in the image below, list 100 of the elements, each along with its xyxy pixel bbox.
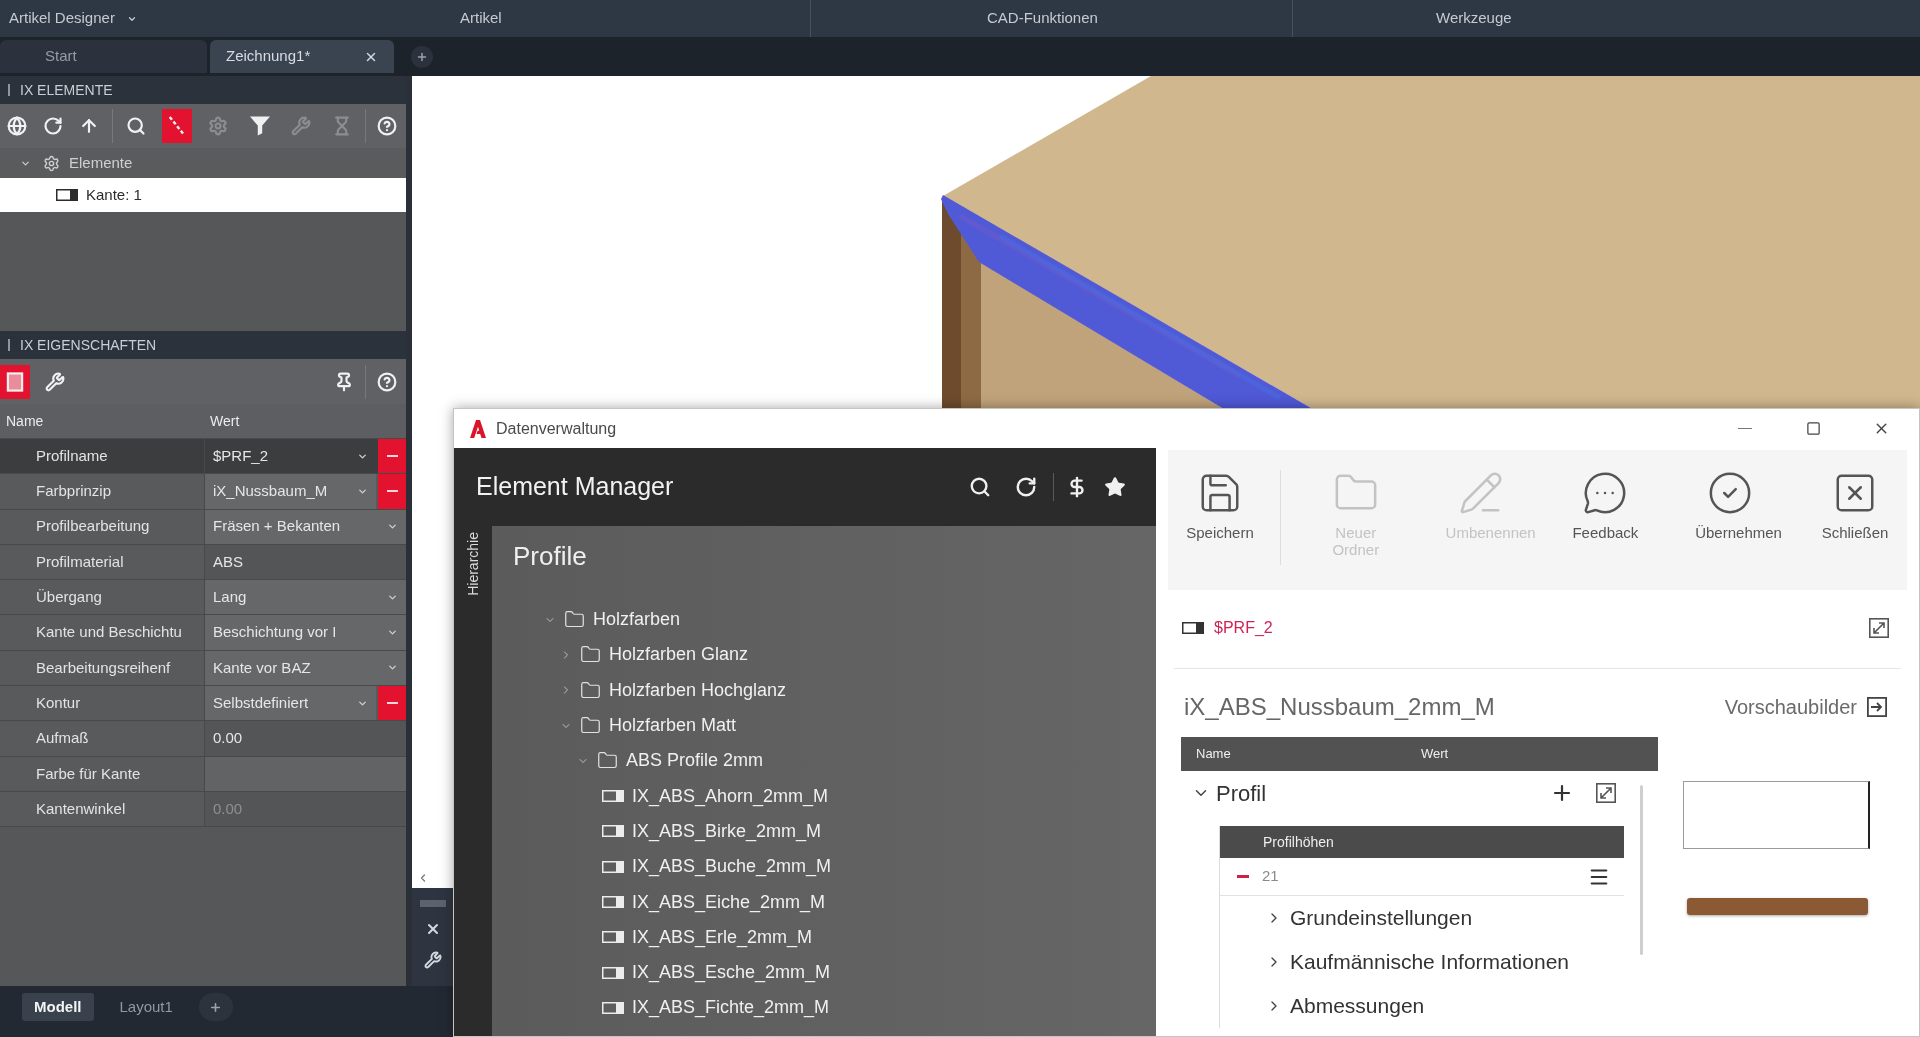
dropdown[interactable]: iX_Nussbaum_M: [204, 474, 376, 509]
table-header: Name Wert: [1181, 737, 1658, 771]
grip-bar-icon: [419, 900, 446, 907]
expand-icon[interactable]: [1596, 783, 1616, 803]
toolbar-button[interactable]: [0, 364, 30, 399]
search-icon: [969, 476, 991, 498]
refresh-icon: [43, 116, 63, 136]
property-row[interactable]: Bearbeitungsreihenf Kante vor BAZ: [0, 650, 406, 687]
property-name: Bearbeitungsreihenf: [35, 657, 172, 678]
property-row[interactable]: Kante und Beschichtu Beschichtung vor I: [0, 615, 406, 651]
folder-icon: [580, 679, 601, 701]
tree-item[interactable]: IX_ABS_Buche_2mm_M: [492, 849, 1156, 885]
expand-icon: [1869, 618, 1889, 638]
remove-button[interactable]: [378, 474, 406, 509]
remove-button[interactable]: [378, 439, 406, 474]
tree-item[interactable]: Profil: [1181, 771, 1635, 815]
toolbar-button[interactable]: [162, 109, 193, 143]
table-header: Name Wert: [0, 404, 406, 439]
ribbon-tab[interactable]: Werkzeuge: [1436, 7, 1512, 30]
panel-title: IX EIGENSCHAFTEN: [20, 335, 157, 355]
dropdown[interactable]: Kante vor BAZ: [204, 650, 406, 686]
minus-icon: [1237, 875, 1249, 878]
dropdown[interactable]: Lang: [204, 580, 406, 615]
help-icon: [377, 371, 397, 392]
value-cell[interactable]: [204, 756, 406, 791]
tree-item[interactable]: Holzfarben Hochglanz: [492, 672, 1156, 708]
property-row[interactable]: Profilmaterial ABS: [0, 544, 406, 581]
arrow-up-icon: [79, 116, 99, 136]
property-row[interactable]: Übergang Lang: [0, 580, 406, 616]
layout-tab[interactable]: Layout1: [107, 993, 185, 1021]
pin-icon: [334, 371, 354, 392]
funnel-icon: [249, 116, 270, 136]
panel-title: Element Manager: [476, 471, 674, 503]
table-header: Profilhöhen: [1220, 826, 1624, 858]
property-name: Kontur: [35, 692, 82, 713]
new-tab-button[interactable]: [411, 45, 433, 68]
maximize-icon: [1805, 421, 1821, 436]
property-name: Kante und Beschichtu: [35, 622, 183, 643]
preview-toggle[interactable]: Vorschaubilder: [1724, 692, 1887, 722]
side-tab[interactable]: Hierarchie: [460, 532, 486, 596]
tree-item[interactable]: IX_ABS_Fichte_2mm_M: [492, 990, 1156, 1026]
edge-profile-icon: [602, 1001, 624, 1014]
expand-button[interactable]: [1869, 618, 1889, 638]
remove-button[interactable]: [1236, 872, 1250, 881]
property-name: Aufmaß: [35, 728, 90, 749]
tree-item[interactable]: IX_ABS_Ahorn_2mm_M: [492, 778, 1156, 814]
edge-profile-icon: [602, 825, 624, 838]
dropdown[interactable]: Selbstdefiniert: [204, 686, 376, 721]
tree-item[interactable]: Elemente: [0, 148, 406, 178]
ribbon-tab[interactable]: CAD-Funktionen: [987, 7, 1098, 30]
tree-item[interactable]: IX_ABS_Erle_2mm_M: [492, 919, 1156, 955]
remove-button[interactable]: [378, 686, 406, 721]
layout-tab[interactable]: Modell: [22, 993, 94, 1021]
toolbar-button[interactable]: Übernehmen: [1680, 470, 1781, 541]
document-tab[interactable]: Zeichnung1*: [210, 40, 394, 73]
edge-profile-icon: [602, 966, 624, 979]
dropdown[interactable]: Beschichtung vor I: [204, 615, 406, 650]
star-icon: [1104, 476, 1126, 498]
profile-name: $PRF_2: [1214, 618, 1273, 638]
property-value: 0.00: [204, 721, 406, 756]
document-tab[interactable]: Start: [0, 40, 207, 73]
tree-item[interactable]: ABS Profile 2mm: [492, 743, 1156, 779]
scrollbar[interactable]: [1639, 785, 1643, 955]
property-name: Übergang: [35, 587, 103, 608]
arrow-box-icon: [1867, 697, 1887, 717]
wrench-icon[interactable]: [423, 951, 442, 969]
property-row[interactable]: Aufmaß 0.00: [0, 721, 406, 757]
property-row[interactable]: Farbe für Kante: [0, 756, 406, 792]
tree-item[interactable]: Holzfarben Glanz: [492, 637, 1156, 673]
property-name: Profilbearbeitung: [35, 516, 151, 537]
tree-item[interactable]: IX_ABS_Birke_2mm_M: [492, 813, 1156, 850]
panel-title: IX ELEMENTE: [20, 80, 113, 100]
ribbon-tab[interactable]: Artikel: [460, 7, 502, 30]
property-row[interactable]: Profilbearbeitung Fräsen + Bekanten: [0, 509, 406, 545]
tree-item[interactable]: Grundeinstellungen: [1220, 896, 1624, 940]
tree-title: Profile: [512, 540, 587, 572]
property-row[interactable]: Kontur Selbstdefiniert: [0, 686, 406, 722]
property-name: Farbe für Kante: [35, 763, 142, 784]
tree-item[interactable]: IX_ABS_Eiche_2mm_M: [492, 884, 1156, 920]
property-name: Farbprinzip: [35, 481, 113, 502]
tree-item[interactable]: Kaufmännische Informationen: [1220, 940, 1624, 984]
edge-profile-icon: [602, 790, 624, 803]
toolbar-button[interactable]: Speichern: [1170, 470, 1270, 541]
app-menu-button[interactable]: Artikel Designer: [9, 7, 137, 30]
tree-item[interactable]: Kante: 1: [0, 178, 406, 212]
tree-item[interactable]: Holzfarben Matt: [492, 707, 1156, 744]
plus-icon: [209, 1000, 223, 1014]
tree-item[interactable]: IX_ABS_Esche_2mm_M: [492, 954, 1156, 991]
tree-item[interactable]: Holzfarben: [492, 602, 1156, 638]
property-row[interactable]: Profilname $PRF_2: [0, 439, 406, 475]
property-value: ABS: [204, 544, 406, 580]
add-layout-button[interactable]: [198, 993, 233, 1021]
toolbar-button[interactable]: Schließen: [1805, 470, 1905, 541]
height-value: 21: [1262, 866, 1279, 887]
property-name: Profilname: [35, 445, 109, 466]
tree-item[interactable]: Abmessungen: [1220, 984, 1624, 1028]
property-row[interactable]: Farbprinzip iX_Nussbaum_M: [0, 474, 406, 510]
edge-profile-icon: [602, 860, 624, 873]
dropdown[interactable]: Fräsen + Bekanten: [204, 509, 406, 544]
toolbar-button[interactable]: Feedback: [1555, 470, 1656, 541]
